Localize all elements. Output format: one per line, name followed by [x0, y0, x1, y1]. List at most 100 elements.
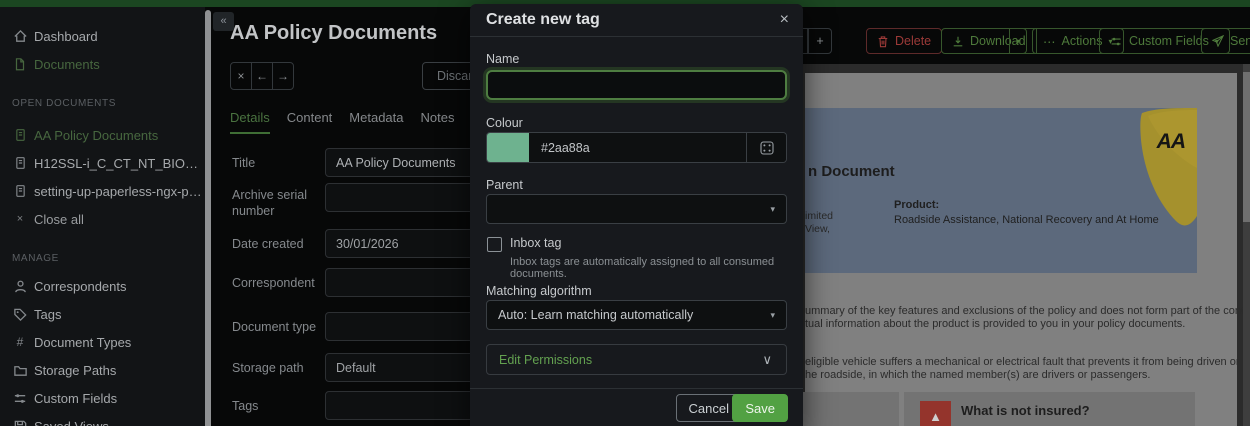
pdf-viewer: n Document imited View, Product: Roadsid…: [768, 64, 1250, 426]
name-label: Name: [486, 52, 519, 66]
caret-down-icon: ▾: [770, 310, 775, 321]
send-button[interactable]: Send ▾: [1201, 28, 1250, 54]
sidebar-item-label: Storage Paths: [34, 363, 116, 378]
sidebar-open-doc-3[interactable]: setting-up-paperless-ngx-part-one: [0, 180, 205, 202]
tag-icon: [12, 306, 28, 322]
preview-scrollbar[interactable]: [1243, 64, 1250, 426]
chevron-down-icon: ∨: [762, 352, 772, 368]
sidebar-item-custom-fields[interactable]: Custom Fields: [0, 387, 205, 409]
page-title: AA Policy Documents: [230, 22, 437, 45]
warning-triangle-icon: ▲: [920, 401, 951, 426]
caret-down-icon: ▾: [770, 204, 775, 215]
tag-name-input[interactable]: [486, 70, 787, 100]
save-icon: [12, 418, 28, 426]
colour-hex-input[interactable]: [529, 133, 746, 162]
sidebar-close-all[interactable]: × Close all: [0, 208, 205, 230]
document-title-fragment: n Document: [808, 163, 895, 180]
custom-fields-label: Custom Fields: [1129, 34, 1209, 48]
edit-permissions-accordion[interactable]: Edit Permissions ∨: [486, 344, 787, 375]
delete-button[interactable]: Delete: [866, 28, 942, 54]
aa-logo: AA: [1108, 108, 1197, 232]
colour-label: Colour: [486, 116, 523, 130]
delete-label: Delete: [895, 34, 931, 48]
modal-close-icon[interactable]: ×: [778, 9, 791, 31]
sidebar-item-document-types[interactable]: # Document Types: [0, 331, 205, 353]
matching-algorithm-select[interactable]: Auto: Learn matching automatically ▾: [486, 300, 787, 330]
sidebar-open-doc-1[interactable]: AA Policy Documents: [0, 124, 205, 146]
sidebar: Dashboard Documents OPEN DOCUMENTS AA Po…: [0, 7, 205, 426]
next-document-button[interactable]: →: [272, 62, 294, 90]
random-colour-button[interactable]: [746, 133, 786, 162]
sidebar-item-correspondents[interactable]: Correspondents: [0, 275, 205, 297]
home-icon: [12, 28, 28, 44]
manage-header: MANAGE: [12, 253, 59, 264]
create-tag-modal: Create new tag × Name Colour Parent ▾ In…: [470, 4, 803, 426]
sidebar-item-saved-views[interactable]: Saved Views: [0, 415, 205, 426]
document-icon: [12, 127, 28, 143]
field-label: Title: [232, 155, 324, 171]
previous-document-button[interactable]: ←: [251, 62, 273, 90]
sidebar-divider: [205, 10, 211, 426]
sidebar-item-documents[interactable]: Documents: [0, 53, 205, 75]
download-icon: [952, 35, 964, 48]
close-document-button[interactable]: ×: [230, 62, 252, 90]
tab-content[interactable]: Content: [287, 110, 333, 134]
download-dropdown-caret[interactable]: ▾: [1009, 28, 1027, 54]
modal-title: Create new tag: [486, 11, 600, 29]
parent-label: Parent: [486, 178, 523, 192]
sidebar-item-label: Dashboard: [34, 29, 98, 44]
sidebar-item-tags[interactable]: Tags: [0, 303, 205, 325]
matching-algorithm-label: Matching algorithm: [486, 284, 592, 298]
preview-scrollbar-thumb[interactable]: [1243, 72, 1250, 222]
modal-footer: Cancel Save: [470, 388, 803, 426]
field-label: Tags: [232, 398, 324, 414]
tab-notes[interactable]: Notes: [421, 110, 455, 134]
sidebar-item-label: Saved Views: [34, 419, 109, 426]
aa-logo-text: AA: [1157, 130, 1185, 154]
tab-details[interactable]: Details: [230, 110, 270, 134]
document-nav-group: × ← →: [230, 62, 294, 90]
tab-metadata[interactable]: Metadata: [349, 110, 403, 134]
edit-permissions-label: Edit Permissions: [499, 353, 592, 367]
sidebar-item-label: Tags: [34, 307, 61, 322]
folder-icon: [12, 362, 28, 378]
inbox-tag-hint: Inbox tags are automatically assigned to…: [510, 256, 803, 280]
save-button[interactable]: Save: [732, 394, 788, 422]
sidebar-item-label: Documents: [34, 57, 100, 72]
zoom-in-button[interactable]: +: [808, 28, 832, 54]
close-icon: ×: [12, 211, 28, 227]
sidebar-item-storage-paths[interactable]: Storage Paths: [0, 359, 205, 381]
colour-swatch: [487, 133, 529, 162]
document-icon: [12, 155, 28, 171]
modal-header: Create new tag ×: [470, 4, 803, 37]
document-paragraph-1: ummary of the key features and exclusion…: [805, 305, 1250, 330]
dice-icon: [760, 141, 774, 155]
sliders-icon: [12, 390, 28, 406]
insured-box: [803, 392, 899, 426]
document-address-fragment: imited View,: [805, 210, 833, 236]
open-documents-header: OPEN DOCUMENTS: [12, 98, 116, 109]
open-doc-label: AA Policy Documents: [34, 128, 158, 143]
field-label: Document type: [232, 319, 324, 335]
inbox-tag-label[interactable]: Inbox tag: [510, 236, 561, 250]
colour-input-group: [486, 132, 787, 163]
parent-select[interactable]: ▾: [486, 194, 787, 224]
hash-icon: #: [12, 334, 28, 350]
field-label: Archive serial number: [232, 187, 324, 219]
send-label: Send: [1230, 34, 1250, 48]
app-window: Dashboard Documents OPEN DOCUMENTS AA Po…: [0, 0, 1250, 426]
field-label: Correspondent: [232, 275, 324, 291]
field-label: Storage path: [232, 360, 324, 376]
inbox-tag-checkbox[interactable]: [487, 237, 502, 252]
close-all-label: Close all: [34, 212, 84, 227]
matching-algorithm-value: Auto: Learn matching automatically: [498, 308, 693, 322]
documents-icon: [12, 56, 28, 72]
open-doc-label: setting-up-paperless-ngx-part-one: [34, 184, 202, 199]
actions-label: Actions: [1062, 34, 1103, 48]
sidebar-open-doc-2[interactable]: H12SSL-i_C_CT_NT_BIOS_3.3_rele...: [0, 152, 205, 174]
sidebar-item-label: Correspondents: [34, 279, 127, 294]
sidebar-item-dashboard[interactable]: Dashboard: [0, 25, 205, 47]
pdf-page: n Document imited View, Product: Roadsid…: [805, 73, 1237, 426]
document-icon: [12, 183, 28, 199]
trash-icon: [877, 35, 889, 48]
